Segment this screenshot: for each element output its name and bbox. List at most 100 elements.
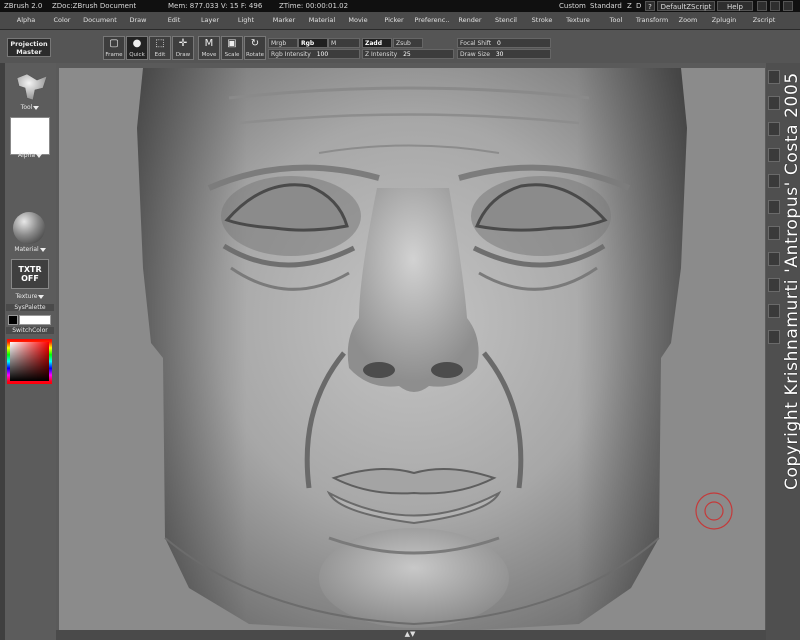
menu-preferences[interactable]: Preferenc.. [412, 12, 452, 29]
m-toggle[interactable]: M [328, 38, 360, 48]
sculpted-face-model [137, 68, 733, 630]
document-canvas[interactable] [59, 68, 765, 630]
right-shelf-button-1[interactable] [768, 70, 780, 84]
standard-ui-button[interactable]: Standard [590, 0, 622, 12]
texture-off-line1: TXTR [18, 265, 42, 274]
menu-render[interactable]: Render [452, 12, 488, 29]
switchcolor-button[interactable]: SwitchColor [6, 327, 54, 334]
rotate-button[interactable]: ↻ Rotate [244, 36, 266, 60]
menu-document[interactable]: Document [80, 12, 120, 29]
move-label: Move [201, 52, 217, 58]
material-label[interactable]: Material [8, 246, 52, 253]
chevron-down-icon [36, 153, 43, 158]
menu-zplugin[interactable]: Zplugin [706, 12, 742, 29]
edit-button[interactable]: ⬚ Edit [149, 36, 171, 60]
focal-shift-value: 0 [497, 40, 501, 47]
rotate-label: Rotate [245, 52, 264, 58]
right-shelf-button-9[interactable] [768, 278, 780, 292]
chevron-down-icon [39, 247, 46, 252]
menu-movie[interactable]: Movie [340, 12, 376, 29]
menu-zscript[interactable]: Zscript [746, 12, 782, 29]
close-button[interactable] [783, 1, 793, 11]
color-picker[interactable] [7, 339, 52, 384]
quick-button[interactable]: ● Quick [126, 36, 148, 60]
mrgb-toggle[interactable]: Mrgb [268, 38, 298, 48]
syspalette-label[interactable]: SysPalette [6, 304, 54, 311]
frame-icon: ▢ [109, 38, 119, 49]
right-shelf-button-3[interactable] [768, 122, 780, 136]
menu-material[interactable]: Material [304, 12, 340, 29]
alpha-label[interactable]: Alpha [10, 152, 50, 159]
menu-transform[interactable]: Transform [634, 12, 670, 29]
menu-picker[interactable]: Picker [376, 12, 412, 29]
memory-readout: Mem: 877.033 V: 15 F: 496 [168, 2, 263, 10]
quick-icon: ● [132, 38, 142, 49]
right-shelf-button-7[interactable] [768, 226, 780, 240]
projection-master-button[interactable]: Projection Master [7, 38, 51, 57]
focal-shift-slider[interactable]: Focal Shift 0 [457, 38, 551, 48]
focal-shift-label: Focal Shift [460, 40, 492, 47]
texture-off-button[interactable]: TXTR OFF [11, 259, 49, 289]
help-question-button[interactable]: ? [645, 1, 655, 11]
z-button[interactable]: Z [627, 0, 632, 12]
zadd-toggle[interactable]: Zadd [362, 38, 392, 48]
menu-edit[interactable]: Edit [156, 12, 192, 29]
material-label-text: Material [14, 246, 39, 253]
menu-layer[interactable]: Layer [192, 12, 228, 29]
rgb-intensity-slider[interactable]: Rgb Intensity 100 [268, 49, 360, 59]
secondary-color-swatch[interactable] [19, 315, 51, 325]
menu-draw[interactable]: Draw [120, 12, 156, 29]
right-shelf-button-4[interactable] [768, 148, 780, 162]
rgb-toggle[interactable]: Rgb [298, 38, 328, 48]
draw-size-slider[interactable]: Draw Size 30 [457, 49, 551, 59]
menu-marker[interactable]: Marker [264, 12, 304, 29]
menu-alpha[interactable]: Alpha [8, 12, 44, 29]
menu-zoom[interactable]: Zoom [670, 12, 706, 29]
restore-button[interactable] [770, 1, 780, 11]
right-shelf-button-8[interactable] [768, 252, 780, 266]
move-icon: M [204, 38, 214, 49]
default-zscript-button[interactable]: DefaultZScript [657, 1, 715, 11]
texture-off-line2: OFF [21, 274, 39, 283]
menu-stencil[interactable]: Stencil [488, 12, 524, 29]
alpha-label-text: Alpha [17, 152, 36, 159]
canvas-scroll-handle[interactable]: ▲▼ [402, 630, 418, 638]
ztime-readout: ZTime: 00:00:01.02 [279, 2, 349, 10]
minimize-button[interactable] [757, 1, 767, 11]
z-intensity-slider[interactable]: Z Intensity 25 [362, 49, 454, 59]
right-shelf-button-10[interactable] [768, 304, 780, 318]
menu-texture[interactable]: Texture [560, 12, 596, 29]
left-tray-edge[interactable] [0, 63, 5, 640]
texture-label-text: Texture [15, 293, 38, 300]
tool-label-text: Tool [20, 104, 33, 111]
menu-light[interactable]: Light [228, 12, 264, 29]
tool-label[interactable]: Tool [10, 104, 50, 111]
draw-size-label: Draw Size [460, 51, 490, 58]
d-button[interactable]: D [636, 0, 641, 12]
frame-button[interactable]: ▢ Frame [103, 36, 125, 60]
projection-master-label-line1: Projection [10, 40, 48, 48]
texture-label[interactable]: Texture [8, 293, 52, 300]
menu-stroke[interactable]: Stroke [524, 12, 560, 29]
draw-button[interactable]: ✛ Draw [172, 36, 194, 60]
scale-label: Scale [224, 52, 240, 58]
draw-size-value: 30 [495, 51, 504, 58]
menu-color[interactable]: Color [44, 12, 80, 29]
alpha-thumbnail[interactable] [10, 117, 50, 155]
menu-tool[interactable]: Tool [598, 12, 634, 29]
right-shelf-button-6[interactable] [768, 200, 780, 214]
material-thumbnail[interactable] [13, 212, 45, 244]
move-button[interactable]: M Move [198, 36, 220, 60]
primary-color-swatch[interactable] [8, 315, 18, 325]
help-button[interactable]: Help [717, 1, 753, 11]
custom-ui-button[interactable]: Custom [559, 0, 586, 12]
document-title: ZDoc:ZBrush Document [52, 2, 137, 10]
tool-thumbnail[interactable] [13, 70, 51, 104]
right-shelf-button-2[interactable] [768, 96, 780, 110]
scale-button[interactable]: ▣ Scale [221, 36, 243, 60]
right-shelf-button-5[interactable] [768, 174, 780, 188]
right-shelf-button-11[interactable] [768, 330, 780, 344]
zsub-toggle[interactable]: Zsub [393, 38, 423, 48]
draw-icon: ✛ [178, 38, 188, 49]
copyright-watermark: Copyright Krishnamurti 'Antropus' Costa … [782, 72, 800, 490]
